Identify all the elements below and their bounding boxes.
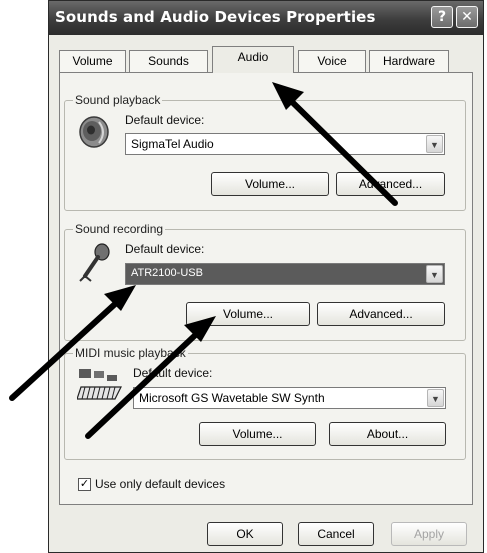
- help-button[interactable]: ?: [431, 6, 453, 28]
- sound-recording-group: Sound recording Default device: ATR2100-…: [64, 222, 466, 341]
- title-bar[interactable]: Sounds and Audio Devices Properties ? ✕: [49, 1, 483, 35]
- window-title: Sounds and Audio Devices Properties: [55, 8, 376, 26]
- midi-default-device-label: Default device:: [133, 366, 213, 380]
- ok-button[interactable]: OK: [207, 522, 283, 546]
- midi-playback-group: MIDI music playback Default device: Micr…: [64, 346, 466, 460]
- midi-device-select[interactable]: Microsoft GS Wavetable SW Synth ▼: [133, 387, 446, 409]
- midi-volume-button[interactable]: Volume...: [199, 422, 316, 446]
- tab-volume[interactable]: Volume: [59, 50, 126, 72]
- cancel-button[interactable]: Cancel: [298, 522, 374, 546]
- sound-playback-label: Sound playback: [73, 93, 163, 107]
- sound-playback-group: Sound playback Default device: SigmaTel …: [64, 93, 466, 211]
- apply-button[interactable]: Apply: [391, 522, 467, 546]
- tab-audio[interactable]: Audio: [212, 46, 294, 73]
- recording-default-device-label: Default device:: [125, 242, 205, 256]
- tab-strip: Volume Sounds Audio Voice Hardware: [49, 35, 483, 77]
- recording-volume-button[interactable]: Volume...: [186, 302, 310, 326]
- midi-keyboard-icon: [76, 367, 125, 403]
- sounds-audio-properties-window: Sounds and Audio Devices Properties ? ✕ …: [48, 0, 484, 553]
- playback-device-select[interactable]: SigmaTel Audio ▼: [125, 133, 445, 155]
- midi-about-button[interactable]: About...: [329, 422, 446, 446]
- midi-playback-label: MIDI music playback: [73, 346, 188, 360]
- playback-advanced-button[interactable]: Advanced...: [336, 172, 445, 196]
- chevron-down-icon[interactable]: ▼: [426, 265, 443, 283]
- chevron-down-icon[interactable]: ▼: [427, 389, 444, 407]
- speaker-icon: [77, 114, 113, 150]
- recording-device-value: ATR2100-USB: [131, 267, 203, 279]
- tab-hardware[interactable]: Hardware: [369, 50, 449, 72]
- playback-device-value: SigmaTel Audio: [131, 137, 214, 151]
- use-default-devices-checkbox[interactable]: ✓: [78, 478, 91, 491]
- recording-device-select[interactable]: ATR2100-USB ▼: [125, 263, 445, 285]
- sound-recording-label: Sound recording: [73, 222, 166, 236]
- microphone-icon: [77, 243, 113, 283]
- playback-default-device-label: Default device:: [125, 113, 205, 127]
- tab-sounds[interactable]: Sounds: [129, 50, 208, 72]
- use-default-devices-label: Use only default devices: [95, 477, 226, 491]
- midi-device-value: Microsoft GS Wavetable SW Synth: [139, 391, 325, 405]
- chevron-down-icon[interactable]: ▼: [426, 135, 443, 153]
- tab-voice[interactable]: Voice: [298, 50, 366, 72]
- playback-volume-button[interactable]: Volume...: [211, 172, 329, 196]
- audio-tab-panel: Sound playback Default device: SigmaTel …: [59, 72, 473, 505]
- close-button[interactable]: ✕: [456, 6, 478, 28]
- recording-advanced-button[interactable]: Advanced...: [317, 302, 445, 326]
